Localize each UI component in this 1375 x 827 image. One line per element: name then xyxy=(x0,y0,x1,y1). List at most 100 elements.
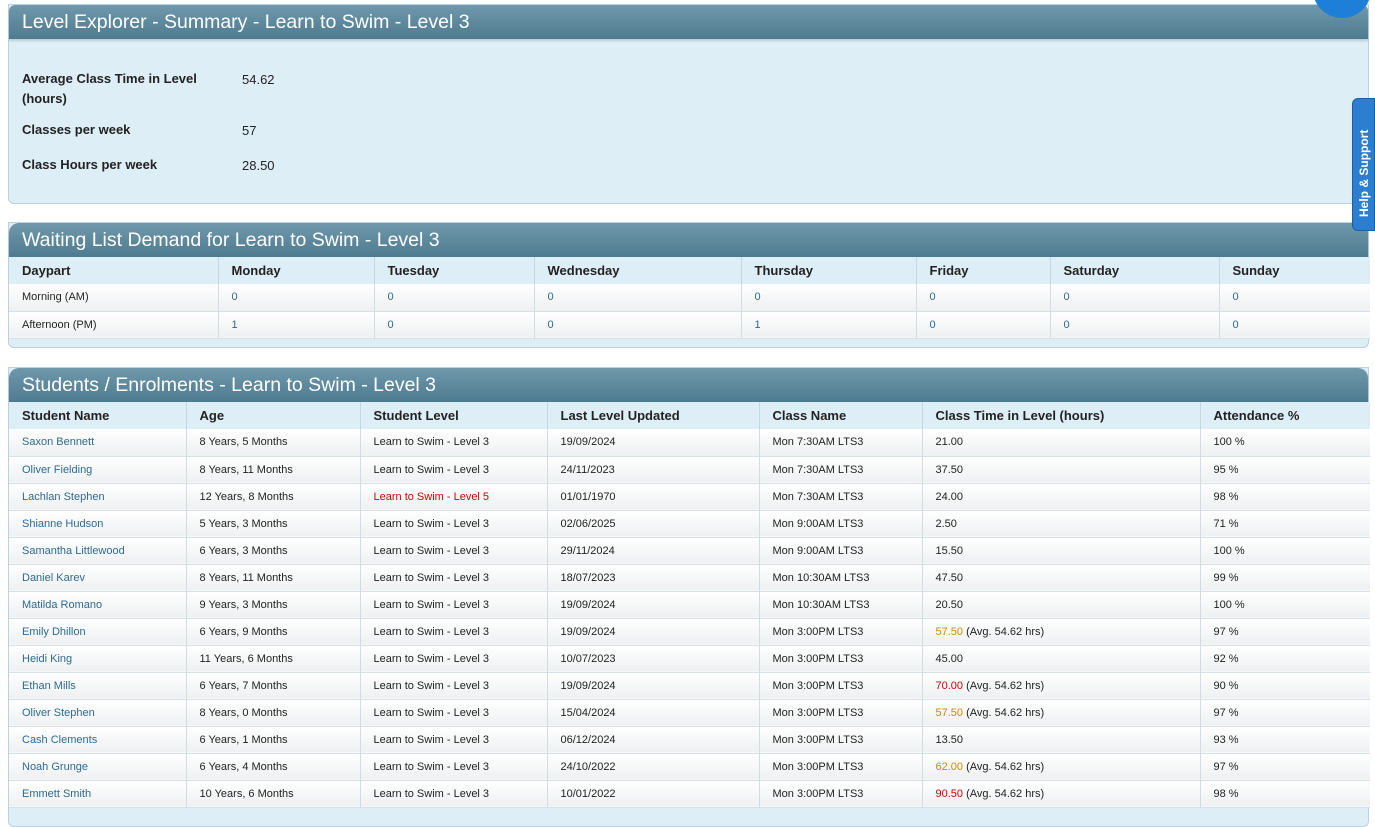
student-name-link[interactable]: Emmett Smith xyxy=(22,788,91,800)
student-name-link[interactable]: Oliver Fielding xyxy=(22,464,92,476)
help-support-label: Help & Support xyxy=(1357,129,1371,217)
class-name: Mon 3:00PM LTS3 xyxy=(759,645,923,673)
help-support-tab[interactable]: Help & Support xyxy=(1352,98,1375,231)
student-name-link[interactable]: Cash Clements xyxy=(22,734,97,746)
demand-count-link[interactable]: 0 xyxy=(1064,291,1070,303)
students-header-row: Student Name Age Student Level Last Leve… xyxy=(9,402,1370,429)
student-row: Cash Clements 6 Years, 1 Months Learn to S… xyxy=(9,726,1370,754)
column-header-friday: Friday xyxy=(916,257,1051,284)
student-level: Learn to Swim - Level 3 xyxy=(373,517,490,530)
class-time-average: (Avg. 54.62 hrs) xyxy=(966,679,1045,692)
waiting-row-am: Morning (AM) 0 0 0 0 0 0 0 xyxy=(9,284,1370,312)
last-level-updated: 02/06/2025 xyxy=(547,510,760,538)
student-name-link[interactable]: Noah Grunge xyxy=(22,761,88,773)
class-time-average: (Avg. 54.62 hrs) xyxy=(966,625,1045,638)
class-name: Mon 3:00PM LTS3 xyxy=(759,672,923,700)
last-level-updated: 10/01/2022 xyxy=(547,780,760,808)
attendance-percent: 99 % xyxy=(1200,564,1370,592)
column-header-class-name: Class Name xyxy=(759,402,923,429)
demand-count-link[interactable]: 0 xyxy=(930,319,936,331)
attendance-percent: 100 % xyxy=(1200,537,1370,565)
student-age: 12 Years, 8 Months xyxy=(186,483,361,511)
student-name-link[interactable]: Lachlan Stephen xyxy=(22,491,105,503)
demand-count-link[interactable]: 0 xyxy=(1064,319,1070,331)
student-age: 11 Years, 6 Months xyxy=(186,645,361,673)
student-age: 5 Years, 3 Months xyxy=(186,510,361,538)
demand-count-link[interactable]: 0 xyxy=(388,319,394,331)
demand-count-link[interactable]: 0 xyxy=(930,291,936,303)
last-level-updated: 24/11/2023 xyxy=(547,456,760,484)
student-row: Samantha Littlewood 6 Years, 3 Months Lear… xyxy=(9,537,1370,565)
last-level-updated: 24/10/2022 xyxy=(547,753,760,781)
demand-count-link[interactable]: 0 xyxy=(548,291,554,303)
attendance-percent: 97 % xyxy=(1200,699,1370,727)
student-age: 6 Years, 4 Months xyxy=(186,753,361,781)
student-name-link[interactable]: Heidi King xyxy=(22,653,72,665)
column-header-monday: Monday xyxy=(218,257,375,284)
student-name-link[interactable]: Saxon Bennett xyxy=(22,436,94,448)
last-level-updated: 29/11/2024 xyxy=(547,537,760,565)
class-name: Mon 3:00PM LTS3 xyxy=(759,780,923,808)
class-name: Mon 7:30AM LTS3 xyxy=(759,456,923,484)
demand-count-link[interactable]: 1 xyxy=(232,319,238,331)
student-name-link[interactable]: Shianne Hudson xyxy=(22,518,103,530)
student-row: Saxon Bennett 8 Years, 5 Months Learn to S… xyxy=(9,429,1370,457)
summary-label: Class Hours per week xyxy=(22,157,158,172)
summary-value: 28.50 xyxy=(242,158,275,173)
summary-row: Classes per week 57 xyxy=(22,120,275,155)
student-level: Learn to Swim - Level 3 xyxy=(373,436,490,449)
last-level-updated: 15/04/2024 xyxy=(547,699,760,727)
class-time-value: 21.00 xyxy=(935,436,964,449)
student-age: 6 Years, 1 Months xyxy=(186,726,361,754)
demand-count-link[interactable]: 0 xyxy=(232,291,238,303)
student-name-link[interactable]: Samantha Littlewood xyxy=(22,545,125,557)
student-age: 6 Years, 7 Months xyxy=(186,672,361,700)
demand-count-link[interactable]: 0 xyxy=(1233,291,1239,303)
column-header-age[interactable]: Age xyxy=(186,402,361,429)
student-row: Oliver Stephen 8 Years, 0 Months Learn to … xyxy=(9,699,1370,727)
column-header-thursday: Thursday xyxy=(741,257,917,284)
student-row: Daniel Karev 8 Years, 11 Months Learn to S… xyxy=(9,564,1370,592)
class-time-average: (Avg. 54.62 hrs) xyxy=(966,760,1045,773)
column-header-student-name[interactable]: Student Name xyxy=(9,402,187,429)
last-level-updated: 19/09/2024 xyxy=(547,618,760,646)
student-row: Matilda Romano 9 Years, 3 Months Learn to … xyxy=(9,591,1370,619)
daypart-cell: Afternoon (PM) xyxy=(9,311,219,339)
student-age: 6 Years, 3 Months xyxy=(186,537,361,565)
demand-count-link[interactable]: 1 xyxy=(755,319,761,331)
demand-count-link[interactable]: 0 xyxy=(755,291,761,303)
column-header-class-time[interactable]: Class Time in Level (hours) xyxy=(922,402,1201,429)
class-time-value: 62.00 xyxy=(935,760,964,773)
last-level-updated: 18/07/2023 xyxy=(547,564,760,592)
students-panel: Students / Enrolments - Learn to Swim - … xyxy=(8,367,1370,827)
class-time-value: 37.50 xyxy=(935,463,964,476)
student-name-link[interactable]: Emily Dhillon xyxy=(22,626,86,638)
student-name-link[interactable]: Oliver Stephen xyxy=(22,707,95,719)
column-header-last-level-updated[interactable]: Last Level Updated xyxy=(547,402,760,429)
class-time-value: 47.50 xyxy=(935,571,964,584)
waiting-list-title: Waiting List Demand for Learn to Swim - … xyxy=(9,223,1368,257)
demand-count-link[interactable]: 0 xyxy=(1233,319,1239,331)
last-level-updated: 10/07/2023 xyxy=(547,645,760,673)
student-name-link[interactable]: Daniel Karev xyxy=(22,572,85,584)
student-name-link[interactable]: Matilda Romano xyxy=(22,599,102,611)
student-age: 8 Years, 11 Months xyxy=(186,564,361,592)
student-age: 6 Years, 9 Months xyxy=(186,618,361,646)
student-row: Emily Dhillon 6 Years, 9 Months Learn to S… xyxy=(9,618,1370,646)
class-time-value: 90.50 xyxy=(935,787,964,800)
waiting-list-panel: Waiting List Demand for Learn to Swim - … xyxy=(8,222,1370,348)
waiting-row-pm: Afternoon (PM) 1 0 0 1 0 0 0 xyxy=(9,311,1370,339)
column-header-attendance[interactable]: Attendance % xyxy=(1200,402,1370,429)
column-header-sunday: Sunday xyxy=(1219,257,1370,284)
student-age: 8 Years, 0 Months xyxy=(186,699,361,727)
attendance-percent: 93 % xyxy=(1200,726,1370,754)
demand-count-link[interactable]: 0 xyxy=(388,291,394,303)
demand-count-link[interactable]: 0 xyxy=(548,319,554,331)
summary-table: Average Class Time in Level (hours) 54.6… xyxy=(22,69,275,175)
student-row: Heidi King 11 Years, 6 Months Learn to Swi… xyxy=(9,645,1370,673)
waiting-header-row: Daypart Monday Tuesday Wednesday Thursda… xyxy=(9,257,1370,284)
student-name-link[interactable]: Ethan Mills xyxy=(22,680,76,692)
last-level-updated: 01/01/1970 xyxy=(547,483,760,511)
column-header-daypart: Daypart xyxy=(9,257,219,284)
class-name: Mon 3:00PM LTS3 xyxy=(759,699,923,727)
